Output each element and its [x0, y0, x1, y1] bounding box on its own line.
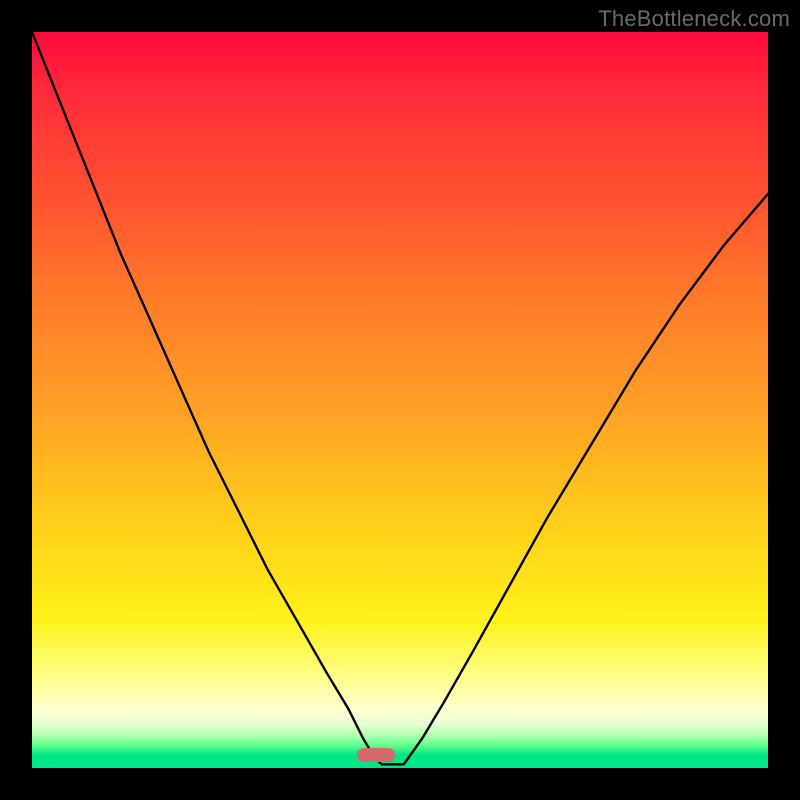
curve-path	[32, 32, 768, 764]
chart-frame: TheBottleneck.com	[0, 0, 800, 800]
bottleneck-curve	[32, 32, 768, 768]
optimum-marker	[357, 748, 395, 762]
plot-area	[32, 32, 768, 768]
watermark-text: TheBottleneck.com	[598, 6, 790, 32]
